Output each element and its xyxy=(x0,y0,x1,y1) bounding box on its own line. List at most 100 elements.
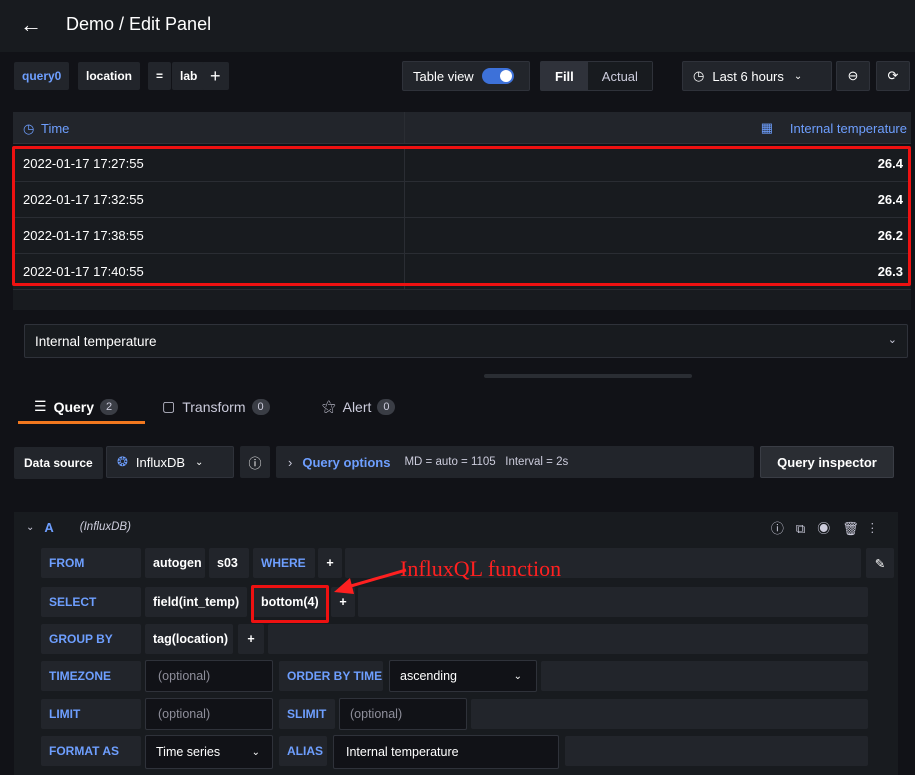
refresh-button[interactable]: ⟳ xyxy=(876,61,910,91)
operator-chip[interactable]: = xyxy=(148,62,172,90)
orderby-value: ascending xyxy=(400,669,457,683)
query-row-header[interactable]: ⌄ A (InfluxDB) ⓘ⧉◉🗑⋮ xyxy=(14,512,898,542)
table-empty-area xyxy=(13,290,911,310)
tab-count-badge: 0 xyxy=(377,398,396,415)
chevron-down-icon: ⌄ xyxy=(195,456,204,468)
alias-keyword: ALIAS xyxy=(279,736,327,766)
help-icon: ⓘ xyxy=(248,455,262,471)
table-view-label: Table view xyxy=(413,68,474,84)
time-range-picker[interactable]: ◷ Last 6 hours ⌄ xyxy=(682,61,832,91)
datasource-label: Data source xyxy=(14,447,103,479)
format-keyword: FORMAT AS xyxy=(41,736,141,766)
select-filler xyxy=(358,587,868,617)
highlight-box xyxy=(12,146,911,286)
measurement[interactable]: s03 xyxy=(209,548,249,578)
alias-input[interactable]: Internal temperature xyxy=(333,735,559,769)
page-title: Demo / Edit Panel xyxy=(66,14,212,34)
timezone-input[interactable]: (optional) xyxy=(145,660,273,692)
resize-handle[interactable] xyxy=(484,374,692,378)
annotation-arrow-icon xyxy=(334,568,407,594)
limit-filler xyxy=(471,699,868,729)
collapse-chevron-icon: ⌄ xyxy=(26,521,35,533)
fill-button[interactable]: Fill xyxy=(541,62,588,90)
slimit-input[interactable]: (optional) xyxy=(339,698,467,730)
datasource-name: InfluxDB xyxy=(135,454,186,470)
chevron-right-icon: › xyxy=(288,454,293,470)
select-keyword: SELECT xyxy=(41,587,141,617)
orderby-keyword: ORDER BY TIME xyxy=(279,661,383,691)
edit-raw-button[interactable]: ✎ xyxy=(866,548,894,578)
help-icon[interactable]: ⓘ xyxy=(771,521,796,536)
tab-alert-label: Alert xyxy=(342,398,372,415)
time-range-label: Last 6 hours xyxy=(712,68,784,84)
annotation-label: InfluxQL function xyxy=(400,556,562,581)
groupby-keyword: GROUP BY xyxy=(41,624,141,654)
add-groupby-button[interactable]: + xyxy=(238,624,264,654)
table-icon: ▦ xyxy=(760,120,773,135)
where-keyword: WHERE xyxy=(253,548,315,578)
bell-icon: ⚝ xyxy=(322,398,336,414)
fill-mode-group: Fill Actual xyxy=(540,61,653,91)
trash-icon[interactable]: 🗑 xyxy=(842,521,871,536)
slimit-keyword: SLIMIT xyxy=(279,699,335,729)
add-filter-button[interactable]: + xyxy=(202,62,229,90)
tab-alert[interactable]: ⚝ Alert 0 xyxy=(322,398,396,415)
query-name-chip[interactable]: query0 xyxy=(14,62,70,90)
help-button[interactable]: ⓘ xyxy=(240,446,270,478)
influxdb-icon: ❂ xyxy=(117,454,128,469)
limit-input[interactable]: (optional) xyxy=(145,698,273,730)
groupby-filler xyxy=(268,624,868,654)
copy-icon[interactable]: ⧉ xyxy=(796,521,817,536)
chevron-down-icon: ⌄ xyxy=(793,70,803,82)
back-arrow-icon[interactable]: ← xyxy=(20,12,42,38)
row-actions: ⓘ⧉◉🗑⋮ xyxy=(771,518,886,537)
column-divider xyxy=(404,112,405,143)
groupby-tag[interactable]: tag(location) xyxy=(145,624,233,654)
eye-icon[interactable]: ◉ xyxy=(817,521,842,536)
chevron-down-icon: ⌄ xyxy=(251,746,260,758)
table-view-toggle[interactable]: Table view xyxy=(402,61,530,91)
tab-transform-label: Transform xyxy=(182,398,246,415)
query-options-bar[interactable]: › Query options MD = auto = 1105 Interva… xyxy=(276,446,754,478)
format-value: Time series xyxy=(156,745,221,759)
clock-icon: ◷ xyxy=(23,121,35,136)
tag-key-chip[interactable]: location xyxy=(78,62,141,90)
query-options-meta: MD = auto = 1105 Interval = 2s xyxy=(404,456,569,468)
query-options-label: Query options xyxy=(302,454,391,470)
series-select-label: Internal temperature xyxy=(35,334,157,349)
chevron-down-icon: ⌄ xyxy=(887,334,897,346)
query-inspector-button[interactable]: Query inspector xyxy=(760,446,894,478)
retention-policy[interactable]: autogen xyxy=(145,548,205,578)
clock-icon: ◷ xyxy=(693,68,705,83)
tab-count-badge: 0 xyxy=(251,398,270,415)
zoom-out-button[interactable]: ⊖ xyxy=(836,61,870,91)
series-select[interactable]: Internal temperature ⌄ xyxy=(24,324,908,358)
actual-button[interactable]: Actual xyxy=(587,62,652,90)
datasource-picker[interactable]: ❂ InfluxDB ⌄ xyxy=(106,446,234,478)
query-datasource: (InfluxDB) xyxy=(79,521,131,533)
from-keyword: FROM xyxy=(41,548,141,578)
database-icon: ☰ xyxy=(34,398,47,414)
table-header: ◷ Time ▦ Internal temperature xyxy=(13,112,911,144)
tab-query[interactable]: ☰ Query 2 xyxy=(34,398,119,415)
format-filler xyxy=(565,736,868,766)
active-tab-underline xyxy=(18,421,145,424)
chevron-down-icon: ⌄ xyxy=(513,670,522,682)
select-field[interactable]: field(int_temp) xyxy=(145,587,247,617)
top-bar: ← Demo / Edit Panel xyxy=(0,0,915,52)
tab-transform[interactable]: ▢ Transform 0 xyxy=(162,398,270,415)
drag-handle-icon[interactable]: ⋮ xyxy=(871,521,886,536)
value-column-header[interactable]: Internal temperature xyxy=(790,121,907,136)
orderby-select[interactable]: ascending ⌄ xyxy=(389,660,537,692)
tag-value-chip[interactable]: lab xyxy=(172,62,206,90)
timezone-filler xyxy=(541,661,868,691)
format-select[interactable]: Time series ⌄ xyxy=(145,735,273,769)
limit-keyword: LIMIT xyxy=(41,699,141,729)
pencil-icon: ✎ xyxy=(874,556,886,571)
transform-icon: ▢ xyxy=(162,398,176,414)
refresh-icon: ⟳ xyxy=(887,68,899,83)
timezone-keyword: TIMEZONE xyxy=(41,661,141,691)
highlight-box xyxy=(251,585,329,623)
zoom-out-icon: ⊖ xyxy=(847,68,859,83)
time-column-header[interactable]: Time xyxy=(41,121,69,136)
